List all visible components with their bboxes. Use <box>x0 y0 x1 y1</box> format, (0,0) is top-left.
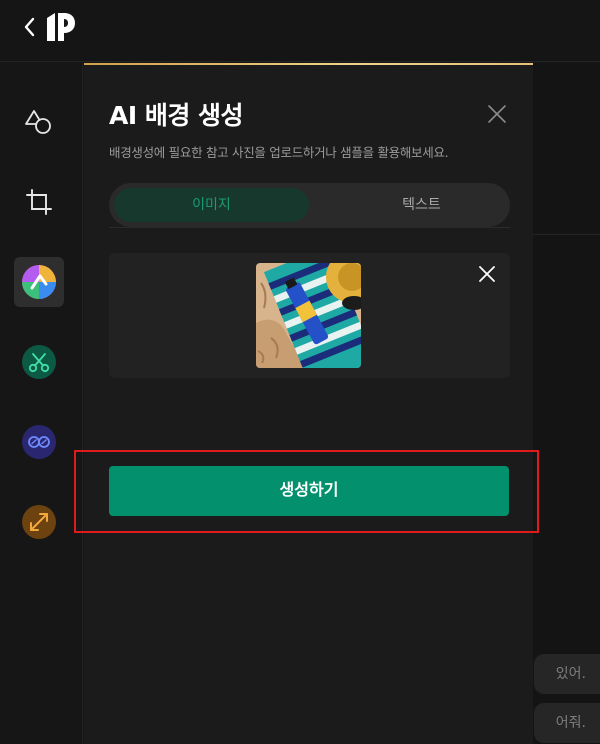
close-icon[interactable] <box>486 103 508 125</box>
tab-image[interactable]: 이미지 <box>114 188 309 222</box>
filter-icon <box>22 425 56 459</box>
tool-rail <box>0 63 83 744</box>
canvas-backdrop: 있어. 어줘. <box>533 63 600 744</box>
crop-tool-button[interactable] <box>14 177 64 227</box>
panel-accent-line <box>84 63 533 65</box>
backdrop-divider <box>533 234 600 235</box>
ai-background-panel: AI 배경 생성 배경생성에 필요한 참고 사진을 업로드하거나 샘플을 활용해… <box>84 63 533 744</box>
app-logo-icon[interactable] <box>44 10 76 44</box>
cutout-tool-button[interactable] <box>14 337 64 387</box>
back-arrow-icon[interactable] <box>18 14 40 40</box>
generate-button[interactable]: 생성하기 <box>109 466 509 516</box>
tab-text[interactable]: 텍스트 <box>324 188 519 222</box>
remove-image-icon[interactable] <box>478 265 496 283</box>
filter-tool-button[interactable] <box>14 417 64 467</box>
shapes-icon <box>25 110 51 134</box>
ai-background-icon <box>22 265 56 299</box>
resize-tool-button[interactable] <box>14 497 64 547</box>
shapes-tool-button[interactable] <box>14 97 64 147</box>
tabs-divider <box>109 227 510 228</box>
resize-icon <box>22 505 56 539</box>
panel-description: 배경생성에 필요한 참고 사진을 업로드하거나 샘플을 활용해보세요. <box>109 145 449 160</box>
chat-message: 있어. <box>534 654 600 694</box>
chat-message: 어줘. <box>534 703 600 743</box>
panel-title: AI 배경 생성 <box>109 101 244 130</box>
cutout-icon <box>22 345 56 379</box>
reference-image-thumbnail[interactable] <box>256 263 361 368</box>
ai-background-tool-button[interactable] <box>14 257 64 307</box>
mode-tabs: 이미지 텍스트 <box>109 183 510 227</box>
crop-icon <box>26 189 52 215</box>
reference-image-box[interactable] <box>109 253 510 378</box>
top-bar <box>0 0 600 62</box>
